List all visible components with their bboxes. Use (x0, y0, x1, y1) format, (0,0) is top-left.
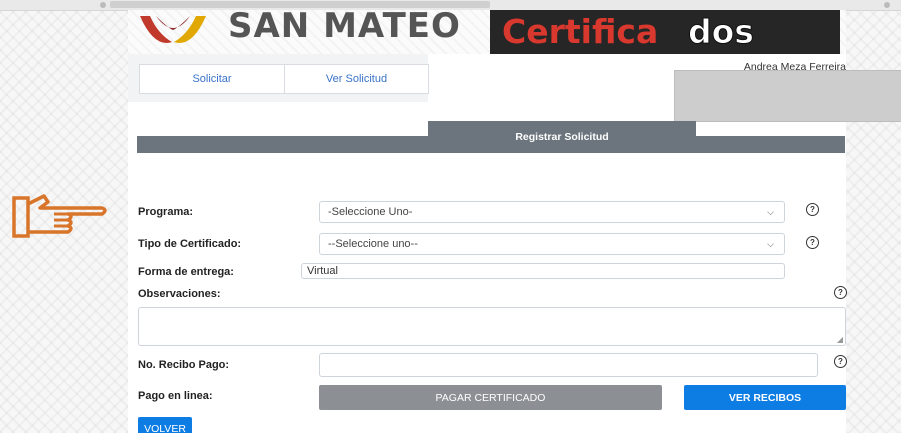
recibo-pago-label: No. Recibo Pago: (138, 359, 230, 371)
pago-linea-label: Pago en linea: (138, 390, 213, 402)
pointing-hand-icon (12, 194, 107, 238)
tipo-certificado-select-value: --Seleccione uno-- (328, 238, 418, 250)
logo-icon (140, 16, 206, 43)
forma-entrega-label: Forma de entrega: (138, 266, 234, 278)
browser-nav-icon[interactable] (100, 2, 106, 8)
recibo-pago-input[interactable] (319, 353, 818, 377)
chevron-down-icon: ⌵ (767, 207, 774, 217)
chevron-down-icon: ⌵ (767, 239, 774, 249)
help-icon[interactable]: ? (806, 236, 819, 249)
logo-text: SAN MATEO (228, 6, 461, 46)
help-icon[interactable]: ? (806, 203, 819, 216)
help-icon[interactable]: ? (834, 286, 847, 299)
pagar-certificado-button[interactable]: PAGAR CERTIFICADO (319, 385, 662, 410)
observaciones-textarea[interactable]: ◢ (138, 307, 846, 346)
resize-handle-icon[interactable]: ◢ (837, 335, 843, 344)
banner-text-white: dos Virtuales (687, 12, 840, 55)
tab-solicitar[interactable]: Solicitar (139, 64, 285, 94)
tab-ver-solicitud[interactable]: Ver Solicitud (284, 64, 429, 94)
tipo-certificado-select[interactable]: --Seleccione uno-- ⌵ (319, 233, 785, 255)
ver-recibos-button[interactable]: VER RECIBOS (684, 385, 846, 410)
tipo-certificado-label: Tipo de Certificado: (138, 238, 242, 250)
section-title: Registrar Solicitud (428, 121, 696, 153)
volver-button[interactable]: VOLVER (138, 417, 192, 435)
programa-select[interactable]: -Seleccione Uno- ⌵ (319, 201, 785, 223)
banner-text-red: Certifica (502, 12, 659, 51)
browser-menu-icon[interactable] (884, 2, 890, 8)
help-icon[interactable]: ? (834, 355, 847, 368)
programa-label: Programa: (138, 206, 194, 218)
observaciones-label: Observaciones: (138, 288, 221, 300)
forma-entrega-value: Virtual (307, 265, 338, 277)
programa-select-value: -Seleccione Uno- (328, 206, 413, 218)
forma-entrega-field: Virtual (301, 263, 785, 279)
certificados-banner: Certifica dos Virtuales (490, 10, 840, 54)
redacted-overlay (674, 70, 901, 122)
